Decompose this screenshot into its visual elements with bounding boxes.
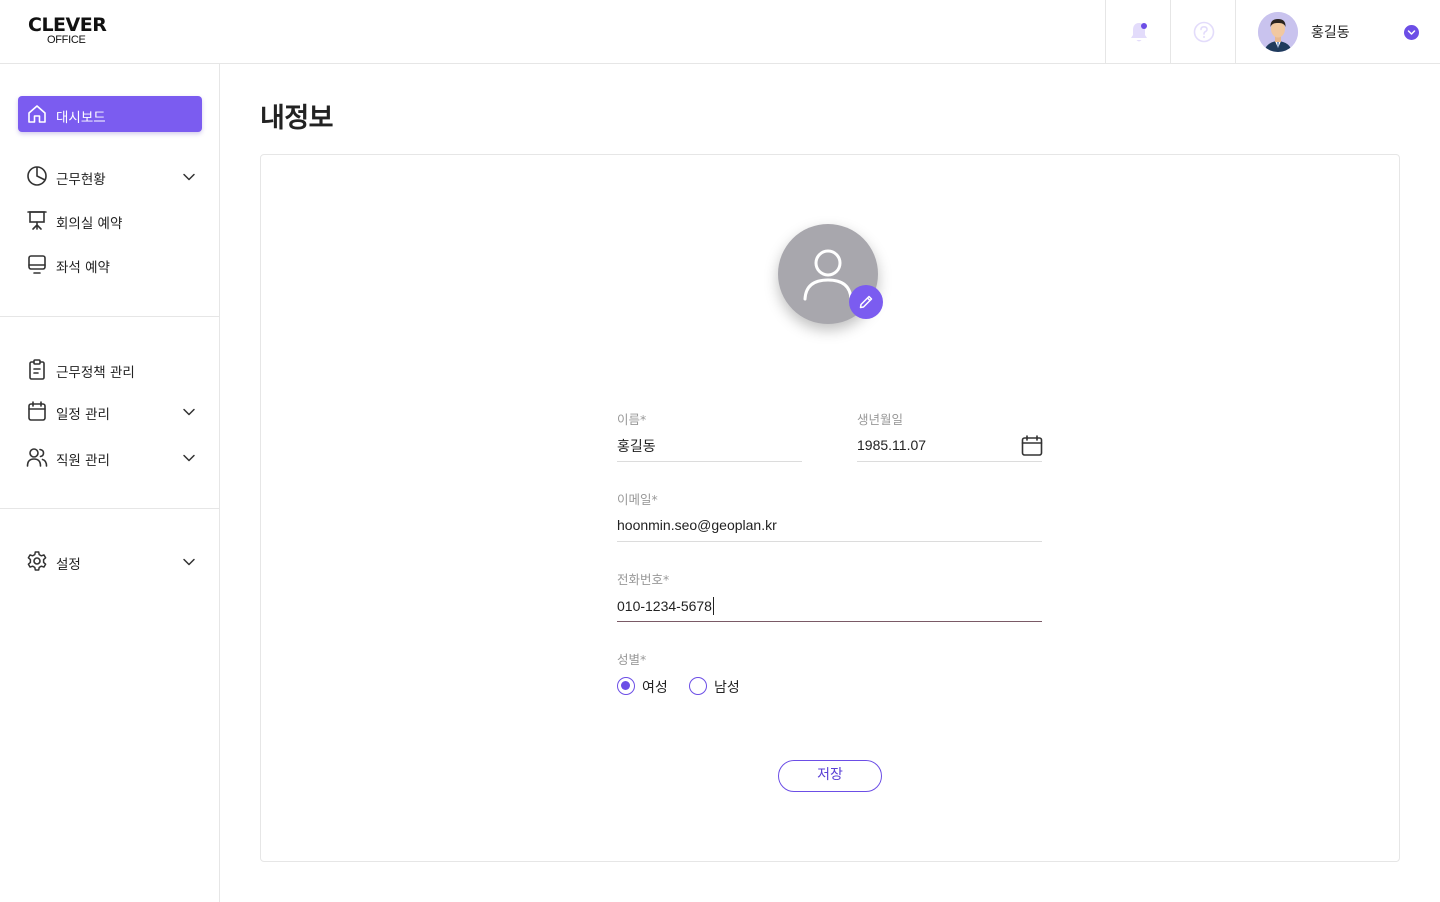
pie-chart-icon <box>27 166 47 186</box>
email-label: 이메일* <box>617 492 658 507</box>
sidebar-divider <box>0 508 219 509</box>
text-cursor <box>712 597 714 615</box>
top-header: CLEVER OFFICE 홍길동 <box>0 0 1440 64</box>
birthdate-underline <box>857 461 1042 462</box>
name-label: 이름* <box>617 412 647 427</box>
sidebar-item-label: 설정 <box>56 557 81 573</box>
users-icon <box>26 448 48 467</box>
sidebar-item-label: 회의실 예약 <box>56 216 123 232</box>
chevron-down-icon <box>183 173 195 181</box>
user-icon <box>803 249 853 301</box>
gender-male-radio[interactable] <box>689 677 707 695</box>
pencil-icon <box>859 295 873 309</box>
phone-field[interactable]: 010-1234-5678 <box>617 597 714 615</box>
sidebar-item-seat[interactable]: 좌석 예약 <box>18 246 202 282</box>
sidebar-item-dashboard[interactable]: 대시보드 <box>18 96 202 132</box>
name-field[interactable]: 홍길동 <box>617 436 656 456</box>
question-circle-icon <box>1193 21 1215 43</box>
name-underline <box>617 461 802 462</box>
logo[interactable]: CLEVER OFFICE <box>28 14 108 50</box>
calendar-icon <box>28 401 46 421</box>
email-underline <box>617 541 1042 542</box>
birthdate-field[interactable]: 1985.11.07 <box>857 437 926 453</box>
sidebar-item-employees[interactable]: 직원 관리 <box>18 439 202 475</box>
email-field[interactable]: hoonmin.seo@geoplan.kr <box>617 517 777 533</box>
gender-female-radio[interactable] <box>617 677 635 695</box>
save-button[interactable]: 저장 <box>778 760 882 792</box>
gear-icon <box>27 551 47 571</box>
user-menu[interactable]: 홍길동 <box>1235 0 1440 63</box>
sidebar-item-work-status[interactable]: 근무현황 <box>18 158 202 194</box>
sidebar-item-label: 대시보드 <box>56 110 106 126</box>
sidebar-item-label: 직원 관리 <box>56 453 110 469</box>
gender-male-label[interactable]: 남성 <box>714 677 740 697</box>
logo-line2: OFFICE <box>47 34 86 46</box>
bell-icon <box>1131 23 1147 42</box>
notification-button[interactable] <box>1105 0 1170 63</box>
sidebar-item-label: 일정 관리 <box>56 407 110 423</box>
chevron-down-icon <box>183 558 195 566</box>
page-title: 내정보 <box>260 103 334 134</box>
user-name: 홍길동 <box>1311 25 1350 41</box>
sidebar-item-label: 근무정책 관리 <box>56 365 135 381</box>
sidebar-item-label: 근무현황 <box>56 172 106 188</box>
help-button[interactable] <box>1170 0 1235 63</box>
presentation-board-icon <box>27 211 47 230</box>
chevron-down-icon <box>183 408 195 416</box>
clipboard-icon <box>29 359 45 380</box>
sidebar: 대시보드 근무현황 회의실 예약 좌석 예약 근무정책 관리 일정 관리 직원 … <box>0 64 220 902</box>
logo-line1: CLEVER <box>28 14 107 36</box>
sidebar-item-schedule[interactable]: 일정 관리 <box>18 393 202 429</box>
user-avatar-image <box>1258 12 1298 52</box>
home-icon <box>28 105 46 123</box>
sidebar-item-label: 좌석 예약 <box>56 260 110 276</box>
gender-label: 성별* <box>617 652 647 667</box>
gender-female-label[interactable]: 여성 <box>642 677 668 697</box>
phone-label: 전화번호* <box>617 572 670 587</box>
monitor-icon <box>28 255 46 274</box>
chevron-down-icon[interactable] <box>1404 25 1419 40</box>
chevron-down-icon <box>183 454 195 462</box>
sidebar-item-work-policy[interactable]: 근무정책 관리 <box>18 351 202 387</box>
sidebar-item-settings[interactable]: 설정 <box>18 543 202 579</box>
avatar <box>1258 12 1298 52</box>
edit-photo-button[interactable] <box>849 285 883 319</box>
calendar-icon[interactable] <box>1020 434 1044 458</box>
phone-underline <box>617 621 1042 622</box>
birthdate-label: 생년월일 <box>857 412 904 427</box>
sidebar-divider <box>0 316 219 317</box>
sidebar-item-meeting-room[interactable]: 회의실 예약 <box>18 202 202 238</box>
phone-value: 010-1234-5678 <box>617 598 712 614</box>
